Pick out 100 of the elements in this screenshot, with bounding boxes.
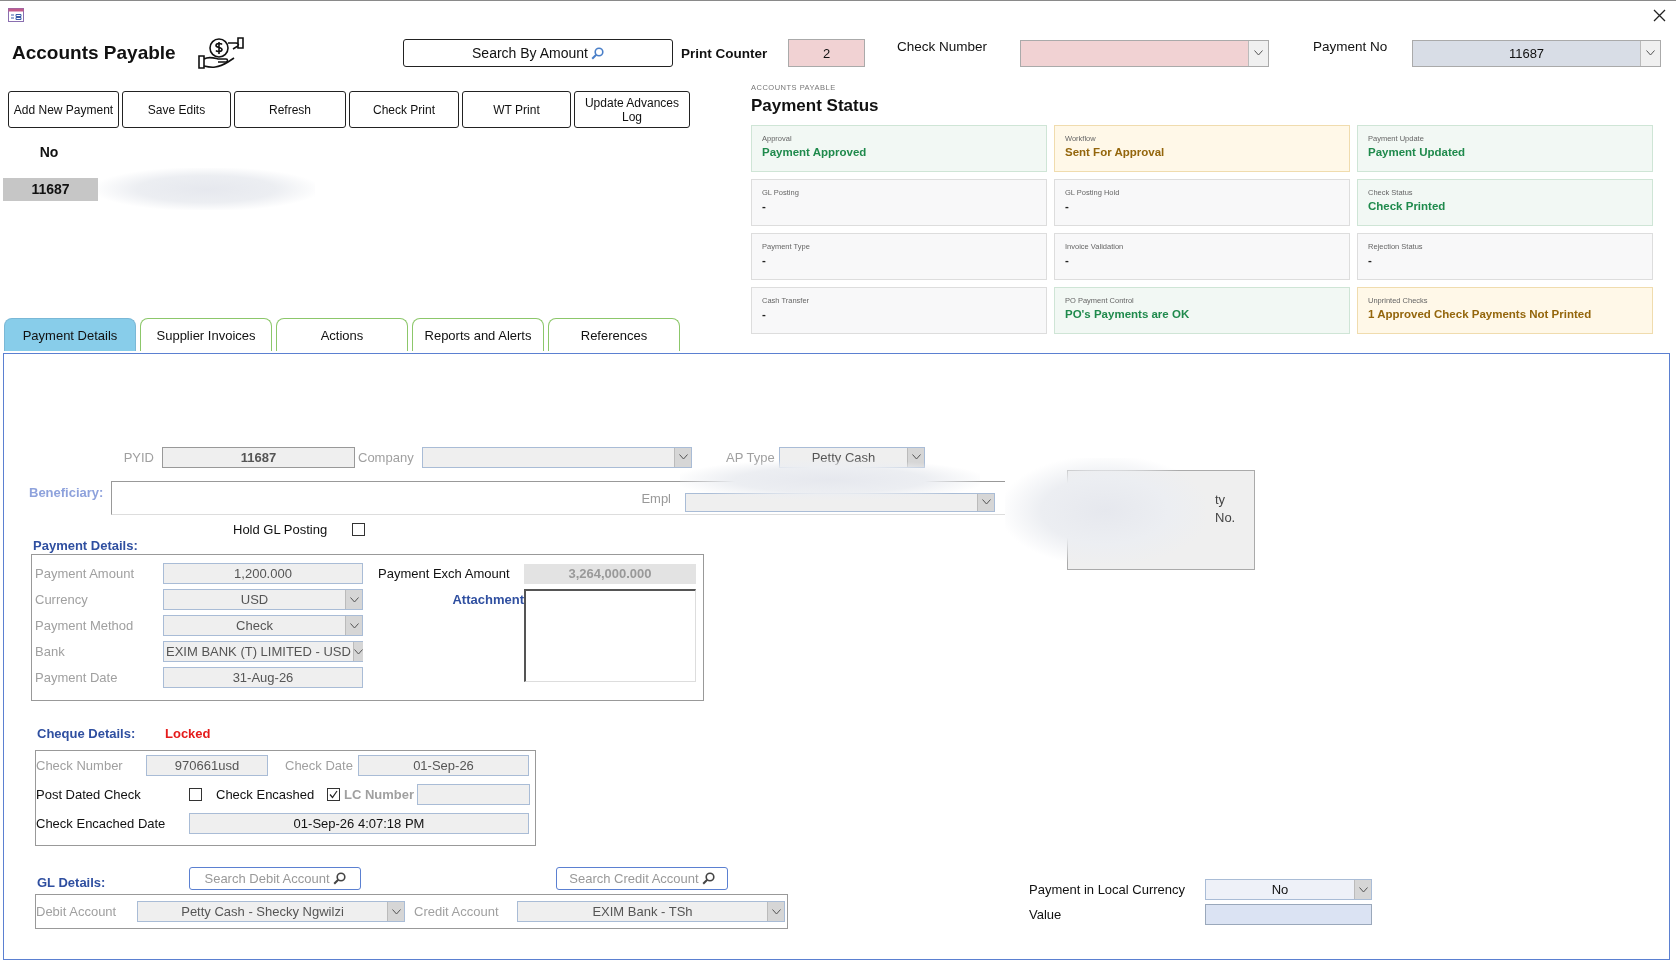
field-label: PYID [122,449,155,465]
field-label: AP Type [726,449,776,465]
field-label: Payment No [1313,39,1389,54]
field-label: Check Date [285,758,354,773]
checkmark-icon [329,790,338,799]
card-value: PO's Payments are OK [1065,308,1191,320]
chevron-down-icon [911,454,921,460]
dropdown-button[interactable] [1248,40,1268,66]
input-field[interactable]: 2 [788,39,865,67]
dropdown-field[interactable] [1020,39,1269,67]
input-field[interactable]: 31-Aug-26 [163,667,363,688]
dropdown-button[interactable] [387,902,404,921]
field-label: Debit Account [36,904,118,919]
panel-text: No. [1215,509,1237,527]
card-value: Sent For Approval [1065,146,1166,158]
attachment-box[interactable] [524,589,696,682]
dropdown-button[interactable] [345,616,362,635]
dropdown-button[interactable] [1640,40,1660,66]
chevron-down-icon [349,622,359,629]
dropdown-field[interactable] [422,446,692,468]
dropdown-field[interactable]: No [1205,879,1372,900]
search-icon [332,872,346,885]
checkbox[interactable] [327,788,340,801]
chevron-down-icon [391,908,401,915]
section-title: Payment Status [751,96,880,116]
dropdown-field[interactable]: Check [163,615,363,636]
tab[interactable]: Reports and Alerts [412,318,544,351]
dropdown-button[interactable] [352,642,363,661]
tab[interactable]: References [548,318,680,351]
toolbar-button[interactable]: Refresh [234,91,346,128]
field-label: Company [358,449,415,465]
input-field[interactable]: 11687 [162,446,355,468]
field-label: Payment Exch Amount [378,566,511,581]
field-label: LC Number [344,787,416,802]
chevron-down-icon [981,499,991,505]
input-field[interactable]: 01-Sep-26 [358,755,529,776]
search-button[interactable]: Search By Amount [403,39,673,67]
page-title: Accounts Payable [12,42,177,64]
record-number: 11687 [3,177,98,201]
dropdown-button[interactable] [1354,880,1371,899]
toolbar-button[interactable]: Add New Payment [8,91,119,128]
input-field[interactable]: 970661usd [146,755,268,776]
field-label: Attachment [451,591,524,609]
dropdown-button[interactable] [345,590,362,609]
card-value: Payment Approved [762,146,868,158]
panel-text: ty [1215,491,1227,509]
field-label: Currency [35,592,89,607]
search-icon [590,46,604,60]
chevron-down-icon [1254,50,1263,56]
dropdown-field[interactable]: EXIM BANK (T) LIMITED - USD [163,641,363,662]
section-heading: Payment Details: [32,538,139,554]
chevron-down-icon [353,648,363,655]
field-label: Credit Account [414,904,500,919]
dropdown-button[interactable] [977,493,994,511]
checkbox[interactable] [189,788,202,801]
close-icon [1653,8,1666,22]
form-icon [8,8,24,22]
toolbar-button[interactable]: Save Edits [122,91,231,128]
checkbox-label: Post Dated Check [36,787,142,802]
field-label: Check Encached Date [36,816,167,831]
toolbar-button[interactable]: Check Print [349,91,459,128]
toolbar-button[interactable]: WT Print [462,91,571,128]
chevron-down-icon [678,454,688,460]
lock-status: Locked [165,726,211,741]
input-field[interactable] [417,784,530,805]
dropdown-button[interactable] [767,902,784,921]
checkbox-label: Check Encashed [216,787,316,802]
checkbox[interactable] [352,522,365,536]
dropdown-button[interactable] [907,447,924,467]
card-value: - [1065,200,1070,212]
card-value: - [1368,254,1373,266]
input-field[interactable] [1205,904,1372,925]
dropdown-field[interactable] [685,492,995,512]
tab[interactable]: Payment Details [4,318,136,351]
chevron-down-icon [771,908,781,915]
card-value: - [762,254,767,266]
card-value: Check Printed [1368,200,1447,212]
field-label: Bank [35,644,66,659]
dropdown-field[interactable]: Petty Cash - Shecky Ngwilzi [137,901,405,922]
column-header: No [38,144,60,160]
dropdown-field[interactable]: 11687 [1412,39,1661,67]
dropdown-field[interactable]: EXIM Bank - TSh [517,901,785,922]
field-label: Check Number [36,758,124,773]
input-field[interactable]: 1,200.000 [163,563,363,584]
checkbox-label: Hold GL Posting [233,521,329,537]
field-label: Check Number [897,39,989,54]
card-value: - [762,308,767,320]
tab[interactable]: Supplier Invoices [140,318,272,351]
field-label: Payment in Local Currency [1029,882,1187,897]
card-value: - [762,200,767,212]
input-field[interactable]: 01-Sep-26 4:07:18 PM [189,813,529,834]
dropdown-button[interactable] [674,447,691,467]
section-heading: Cheque Details: [37,726,137,741]
dropdown-field[interactable]: Petty Cash [779,446,925,468]
field-label: Empl [641,490,671,506]
tab[interactable]: Actions [276,318,408,351]
dropdown-field[interactable]: USD [163,589,363,610]
field-label: Payment Amount [35,566,135,581]
toolbar-button[interactable]: Update Advances Log [574,91,690,128]
search-icon [701,872,715,885]
